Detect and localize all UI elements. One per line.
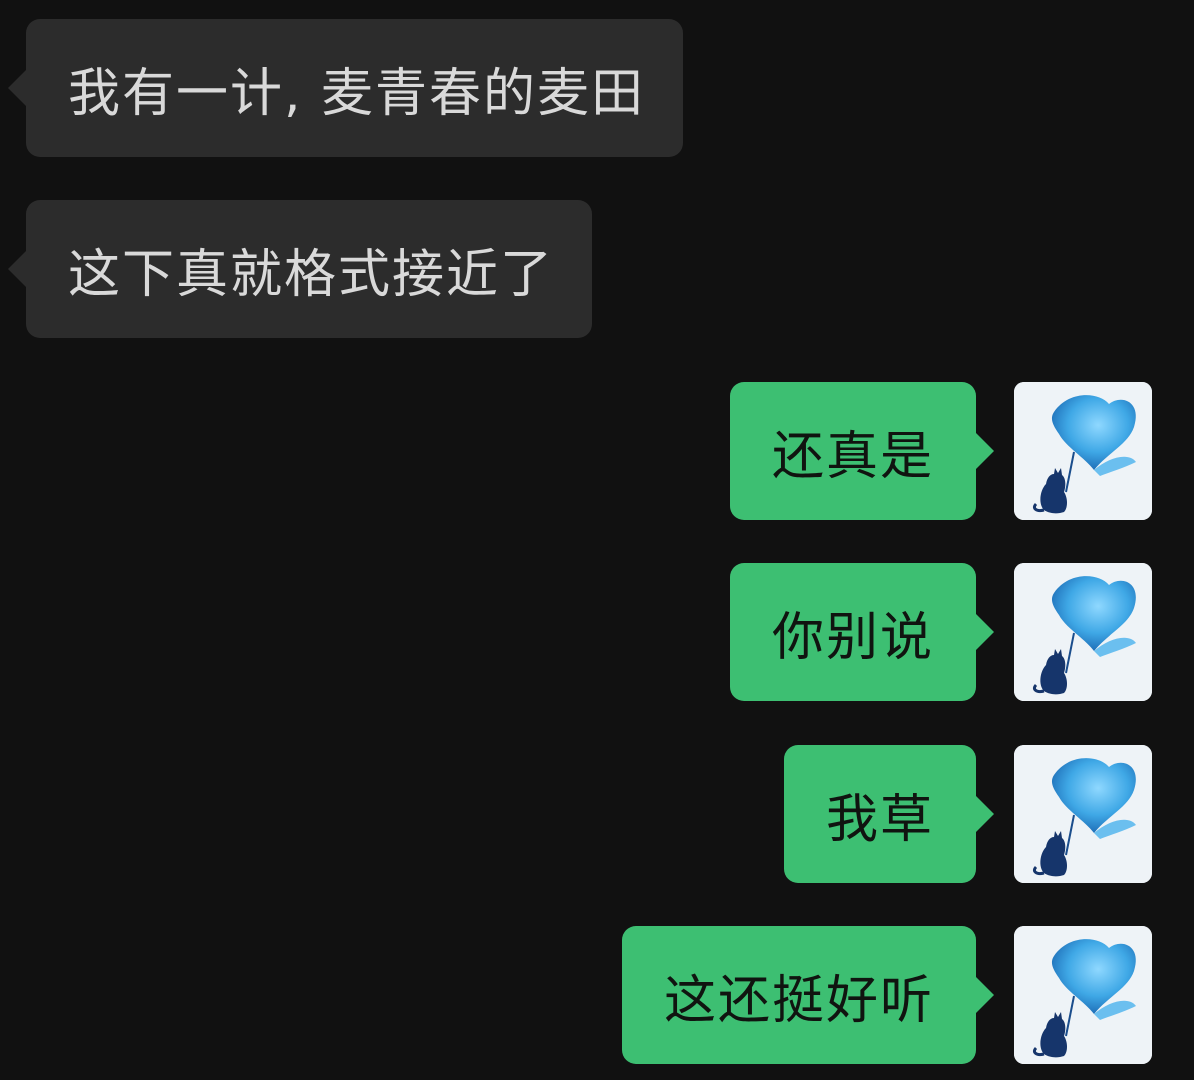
outgoing-message-bubble[interactable]: 你别说 xyxy=(729,563,976,701)
incoming-message-bubble[interactable]: 我有一计, 麦青春的麦田 xyxy=(26,19,684,157)
blue-heart-with-cat-silhouette-icon xyxy=(1014,745,1152,883)
user-avatar[interactable] xyxy=(1014,563,1152,701)
user-avatar[interactable] xyxy=(1014,382,1152,520)
outgoing-message-bubble[interactable]: 我草 xyxy=(783,745,976,883)
outgoing-message-bubble[interactable]: 这还挺好听 xyxy=(621,926,976,1064)
outgoing-message-bubble[interactable]: 还真是 xyxy=(729,382,976,520)
user-avatar[interactable] xyxy=(1014,926,1152,1064)
blue-heart-with-cat-silhouette-icon xyxy=(1014,382,1152,520)
blue-heart-with-cat-silhouette-icon xyxy=(1014,563,1152,701)
chat-message-list: 我有一计, 麦青春的麦田 这下真就格式接近了 还真是 你别说 我草 这还挺好听 xyxy=(0,0,1194,1080)
incoming-message-bubble[interactable]: 这下真就格式接近了 xyxy=(26,200,593,338)
blue-heart-with-cat-silhouette-icon xyxy=(1014,926,1152,1064)
user-avatar[interactable] xyxy=(1014,745,1152,883)
